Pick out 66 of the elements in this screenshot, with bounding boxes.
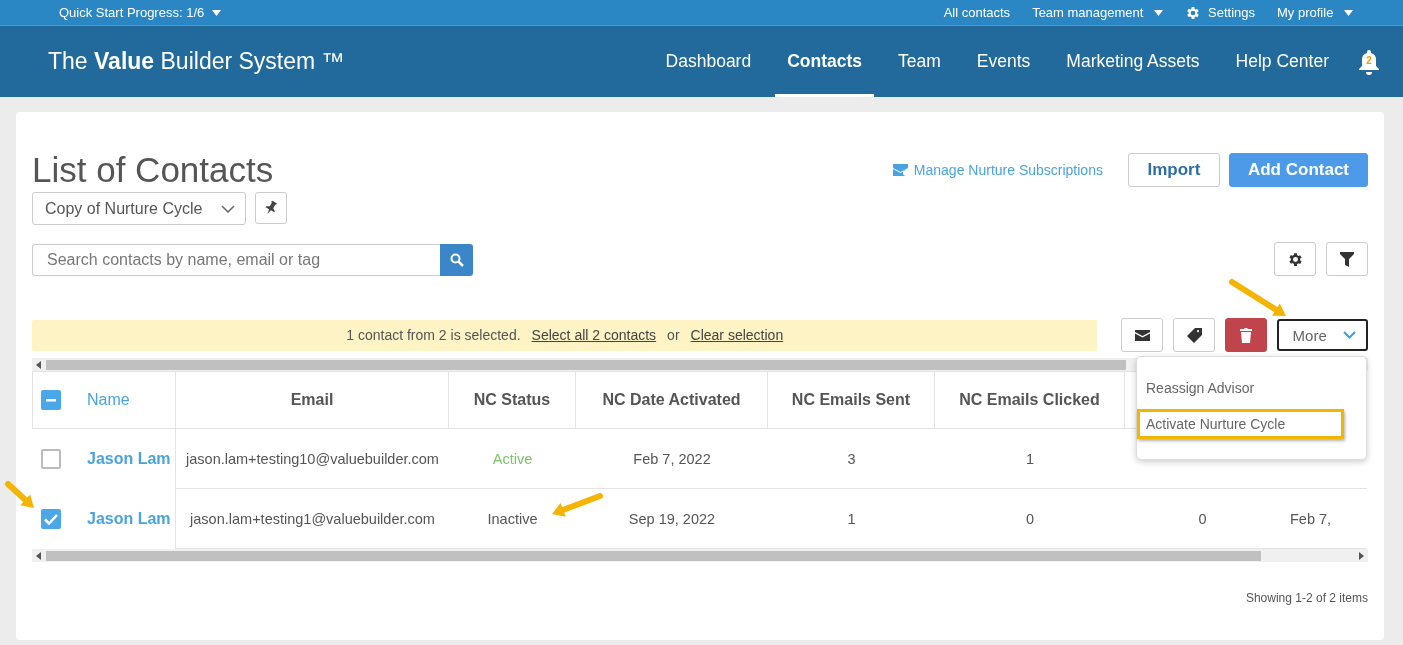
column-header[interactable]: NC Date Activated	[576, 371, 768, 429]
or-text: or	[667, 327, 680, 343]
pin-button[interactable]	[255, 192, 287, 224]
top-link[interactable]: All contacts	[943, 5, 1011, 20]
column-header[interactable]: NC Emails Sent	[768, 371, 935, 429]
menu-dropdown[interactable]: Team management	[1032, 5, 1164, 20]
filter-button[interactable]	[1326, 242, 1368, 276]
chevron-icon	[1343, 331, 1356, 339]
caret-icon	[1154, 9, 1164, 16]
column-header[interactable]: NC Status	[449, 371, 576, 429]
status-cell: Active	[449, 429, 576, 489]
table-cell: 1	[935, 429, 1125, 489]
caret-icon	[1344, 9, 1353, 16]
trash-icon	[1239, 327, 1252, 343]
nav-tab[interactable]: Help Center	[1223, 26, 1341, 97]
nav-tab[interactable]: Marketing Assets	[1054, 26, 1212, 97]
search-button[interactable]	[440, 243, 473, 276]
nav-tab[interactable]: Dashboard	[653, 26, 764, 97]
tag-button[interactable]	[1173, 318, 1215, 352]
nav-tab[interactable]: Events	[964, 26, 1043, 97]
tag-icon	[1186, 327, 1202, 343]
scroll-left-icon[interactable]	[36, 552, 41, 560]
settings-button[interactable]	[1274, 242, 1316, 276]
column-header[interactable]: NC Emails Clicked	[935, 371, 1125, 429]
pin-icon	[265, 201, 277, 215]
column-header[interactable]: Email	[176, 371, 449, 429]
more-dropdown[interactable]: More	[1276, 319, 1368, 351]
horizontal-scrollbar[interactable]	[32, 549, 1368, 562]
filter-icon	[1340, 251, 1354, 267]
settings-link[interactable]: Settings	[1185, 4, 1255, 21]
pagination-summary: Showing 1-2 of 2 items	[1244, 591, 1368, 605]
row-checkbox[interactable]	[41, 509, 61, 529]
table-cell: 3	[768, 429, 935, 489]
nav-tab[interactable]: Team	[886, 26, 953, 97]
caret-icon	[212, 9, 222, 16]
scroll-left-icon[interactable]	[36, 361, 41, 369]
clear-selection-link[interactable]: Clear selection	[690, 327, 784, 343]
header-checkbox[interactable]	[41, 390, 61, 410]
menu-dropdown[interactable]: My profile	[1277, 5, 1353, 20]
page-title: List of Contacts	[32, 150, 274, 190]
envelope-icon	[1134, 329, 1150, 341]
search-icon	[449, 252, 464, 267]
brand-logo: The Value Builder System ™	[48, 48, 345, 75]
select-all-link[interactable]: Select all 2 contacts	[531, 327, 657, 343]
import-button[interactable]: Import	[1127, 153, 1220, 187]
table-cell: jason.lam+testing10@valuebuilder.com	[176, 429, 449, 489]
chevron-icon	[221, 204, 235, 213]
quick-start-dropdown[interactable]: Quick Start Progress: 1/6	[59, 5, 222, 20]
annotation-arrow	[552, 493, 603, 517]
envelope-icon	[892, 164, 909, 176]
row-checkbox[interactable]	[41, 449, 61, 469]
menu-item[interactable]: Activate Nurture Cycle	[1137, 409, 1344, 439]
table-cell: Feb 7, 2022	[576, 429, 768, 489]
delete-button[interactable]	[1224, 318, 1267, 352]
menu-item[interactable]: Reassign Advisor	[1137, 373, 1344, 403]
selection-message: 1 contact from 2 is selected.	[346, 327, 521, 343]
settings-icon	[1286, 250, 1304, 268]
email-button[interactable]	[1121, 318, 1164, 352]
annotation-arrow	[1229, 279, 1286, 316]
nav-tab[interactable]: Contacts	[775, 26, 875, 97]
search-field[interactable]: Search contacts by name, email or tag	[32, 243, 440, 276]
annotation-arrow	[5, 481, 34, 508]
scroll-right-icon[interactable]	[1359, 552, 1364, 560]
add-contact-button[interactable]: Add Contact	[1228, 153, 1368, 187]
view-dropdown[interactable]: Copy of Nurture Cycle	[32, 192, 246, 225]
notification-count: 2	[1365, 54, 1373, 66]
